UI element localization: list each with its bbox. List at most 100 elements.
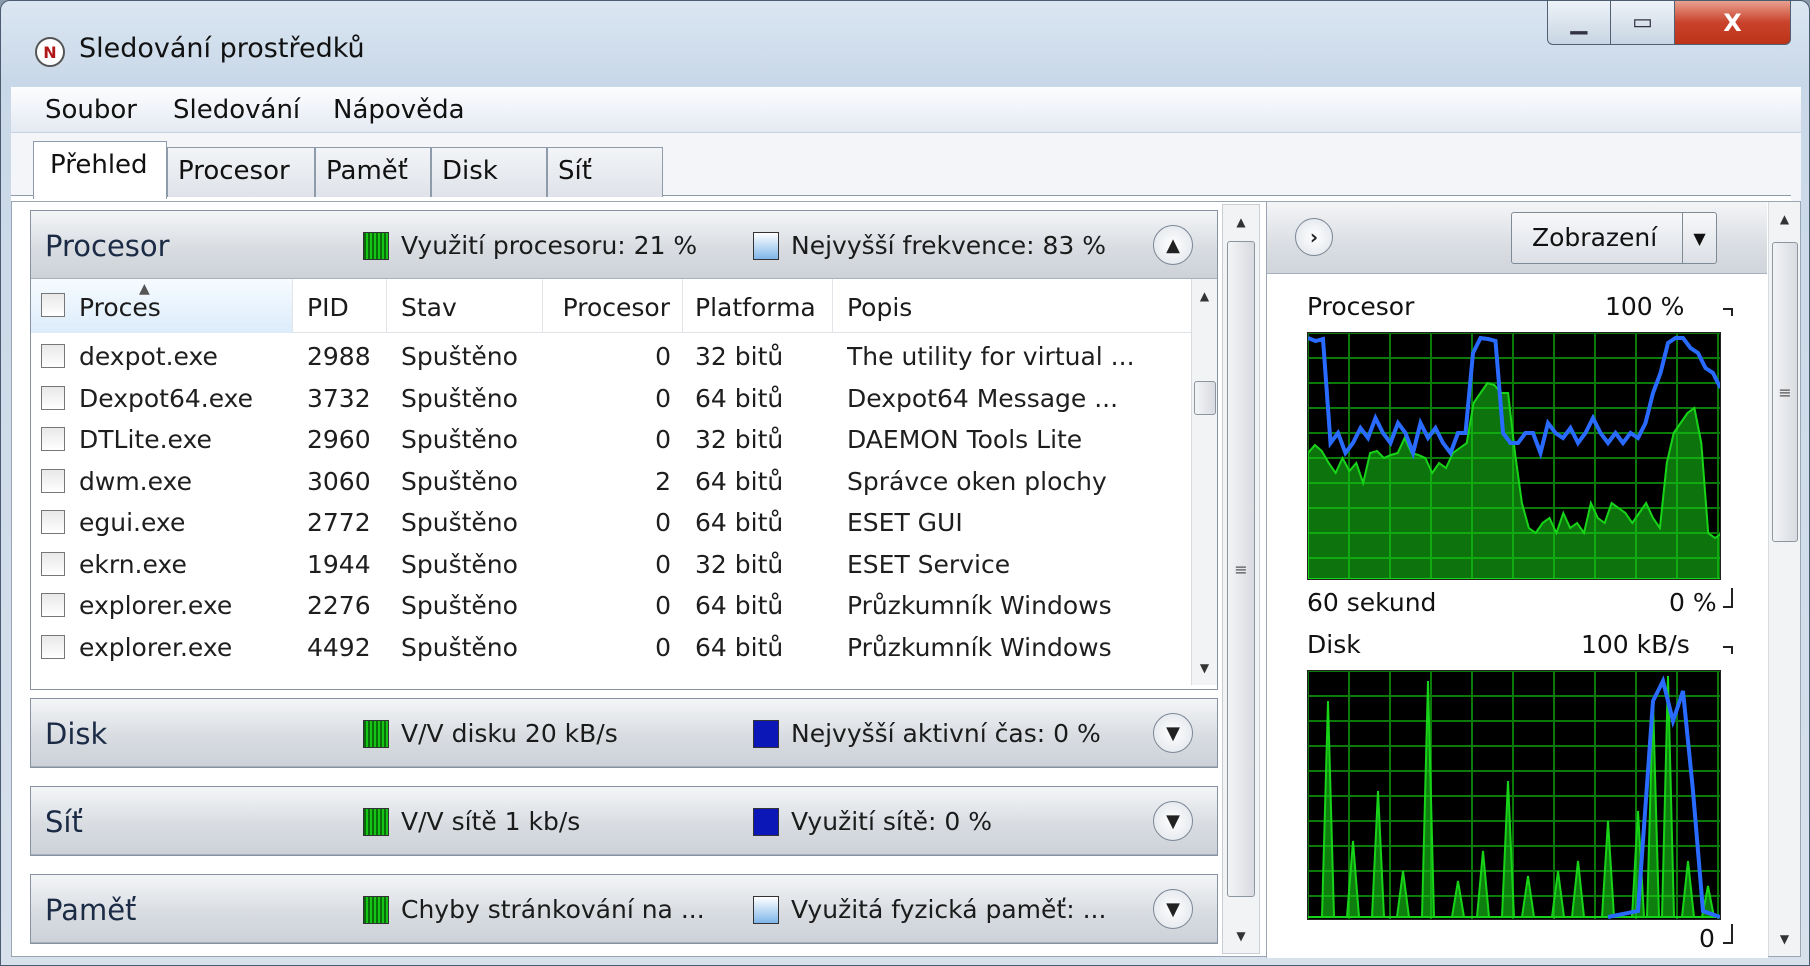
row-checkbox[interactable] [41, 385, 65, 410]
cpu-graph [1307, 332, 1723, 580]
row-checkbox[interactable] [41, 427, 65, 451]
cell-proces: DTLite.exe [79, 425, 212, 454]
section-procesor-header[interactable]: Procesor Využití procesoru: 21 % Nejvyšš… [31, 211, 1217, 279]
cell-stav: Spuštěno [401, 383, 518, 413]
blue-swatch [753, 807, 779, 836]
column-platforma[interactable]: Platforma [683, 279, 833, 333]
scroll-down-icon[interactable]: ▼ [1192, 651, 1217, 685]
view-dropdown[interactable]: Zobrazení ▼ [1511, 212, 1717, 264]
legend-network-usage: Využití sítě: 0 % [753, 807, 992, 836]
legend-disk-active-time: Nejvyšší aktivní čas: 0 % [753, 719, 1101, 748]
row-checkbox[interactable] [41, 634, 65, 659]
table-row[interactable]: dwm.exe 3060 Spuštěno 2 64 bitů Správce oken … [31, 460, 1191, 501]
process-table: ▲ Proces PID Stav Procesor Platforma Pop… [31, 279, 1191, 685]
row-checkbox[interactable] [41, 551, 65, 576]
cell-platforma: 64 bitů [695, 591, 784, 620]
cell-stav: Spuštěno [401, 632, 518, 662]
cell-procesor: 0 [655, 591, 671, 620]
left-pane-scrollbar[interactable]: ▲ ≡ ▼ [1222, 204, 1260, 954]
cell-pid: 2772 [307, 508, 371, 537]
scroll-thumb[interactable]: ≡ [1227, 241, 1255, 897]
legend-cpu-frequency: Nejvyšší frekvence: 83 % [753, 231, 1106, 260]
cell-platforma: 64 bitů [695, 466, 784, 496]
blue-swatch [753, 719, 779, 748]
chevron-up-icon: ▲ [1166, 234, 1180, 256]
column-procesor[interactable]: Procesor [543, 279, 683, 333]
select-all-checkbox[interactable] [41, 293, 65, 317]
cell-pid: 4492 [307, 632, 371, 662]
table-row[interactable]: explorer.exe 2276 Spuštěno 0 64 bitů Průzkumn… [31, 584, 1191, 625]
section-procesor: Procesor Využití procesoru: 21 % Nejvyšš… [30, 210, 1218, 690]
chevron-down-icon: ▼ [1166, 810, 1180, 832]
scroll-down-icon[interactable]: ▼ [1223, 919, 1259, 953]
table-scrollbar[interactable]: ▲ ▼ [1191, 279, 1217, 685]
cell-popis: Dexpot64 Message ... [847, 383, 1119, 413]
section-title: Disk [45, 717, 108, 751]
menu-soubor[interactable]: Soubor [45, 95, 137, 125]
blue-swatch [753, 895, 779, 924]
menu-sledovani[interactable]: Sledování [173, 95, 300, 125]
tab-disk[interactable]: Disk [431, 147, 547, 197]
disk-graph [1307, 670, 1721, 920]
cell-procesor: 0 [655, 383, 671, 413]
legend-cpu-usage: Využití procesoru: 21 % [363, 231, 697, 260]
scroll-up-icon[interactable]: ▲ [1192, 279, 1217, 313]
cell-proces: explorer.exe [79, 632, 233, 662]
table-row[interactable]: explorer.exe 4492 Spuštěno 0 64 bitů Průzkumn… [31, 626, 1191, 667]
table-row[interactable]: Dexpot64.exe 3732 Spuštěno 0 64 bitů Dexpot64… [31, 377, 1191, 418]
expand-button[interactable]: ▼ [1153, 801, 1193, 841]
column-pid[interactable]: PID [293, 279, 387, 333]
cell-pid: 3732 [307, 383, 371, 413]
section-pamet-header[interactable]: Paměť Chyby stránkování na ... Využitá f… [31, 875, 1217, 943]
collapse-button[interactable]: ▲ [1153, 225, 1193, 265]
collapse-pane-button[interactable]: › [1295, 218, 1333, 256]
row-checkbox[interactable] [41, 593, 65, 617]
title-bar[interactable]: N Sledování prostředků ▁ ▭ X [1, 1, 1809, 93]
minimize-button[interactable]: ▁ [1547, 1, 1611, 45]
scroll-thumb[interactable] [1194, 381, 1216, 415]
section-sit-header[interactable]: Síť V/V sítě 1 kb/s Využití sítě: 0 % ▼ [31, 787, 1217, 855]
tab-prehled[interactable]: Přehled [33, 141, 167, 199]
axis-tick [1723, 924, 1733, 944]
maximize-button[interactable]: ▭ [1611, 1, 1675, 45]
tab-sit[interactable]: Síť [547, 147, 663, 197]
cell-platforma: 64 bitů [695, 632, 784, 662]
cell-platforma: 64 bitů [695, 383, 784, 413]
scroll-down-icon[interactable]: ▼ [1769, 922, 1800, 956]
graph-pane-scrollbar[interactable]: ▲ ≡ ▼ [1768, 202, 1800, 956]
scroll-thumb[interactable]: ≡ [1772, 242, 1798, 542]
green-swatch [363, 807, 389, 836]
disk-graph-min: 0 [1699, 924, 1715, 953]
cell-popis: Správce oken plochy [847, 466, 1107, 496]
close-button[interactable]: X [1675, 1, 1791, 45]
table-row[interactable]: ekrn.exe 1944 Spuštěno 0 32 bitů ESET Service [31, 543, 1191, 584]
expand-button[interactable]: ▼ [1153, 713, 1193, 753]
expand-button[interactable]: ▼ [1153, 889, 1193, 929]
cell-platforma: 64 bitů [695, 508, 784, 537]
row-checkbox[interactable] [41, 468, 65, 493]
axis-tick [1723, 308, 1733, 316]
cell-stav: Spuštěno [401, 342, 518, 371]
section-pamet: Paměť Chyby stránkování na ... Využitá f… [30, 874, 1218, 944]
row-checkbox[interactable] [41, 344, 65, 368]
section-disk-header[interactable]: Disk V/V disku 20 kB/s Nejvyšší aktivní … [31, 699, 1217, 767]
menu-napoveda[interactable]: Nápověda [333, 95, 465, 125]
cpu-graph-max: 100 % [1605, 292, 1685, 321]
table-row[interactable]: DTLite.exe 2960 Spuštěno 0 32 bitů DAEMON Too… [31, 418, 1191, 459]
cell-popis: DAEMON Tools Lite [847, 425, 1083, 454]
column-stav[interactable]: Stav [387, 279, 543, 333]
disk-graph-canvas [1307, 670, 1721, 919]
window-title: Sledování prostředků [79, 33, 365, 64]
resource-monitor-window: N Sledování prostředků ▁ ▭ X Soubor Sled… [0, 0, 1810, 966]
scroll-up-icon[interactable]: ▲ [1223, 205, 1259, 239]
table-row[interactable]: dexpot.exe 2988 Spuštěno 0 32 bitů The utilit… [31, 335, 1191, 376]
scroll-up-icon[interactable]: ▲ [1769, 202, 1800, 236]
column-popis[interactable]: Popis [833, 279, 1191, 333]
table-row[interactable]: egui.exe 2772 Spuštěno 0 64 bitů ESET GUI [31, 501, 1191, 542]
cell-procesor: 0 [655, 632, 671, 662]
tab-pamet[interactable]: Paměť [315, 147, 431, 197]
cell-pid: 1944 [307, 549, 371, 579]
column-proces[interactable]: ▲ Proces [31, 279, 293, 333]
tab-procesor[interactable]: Procesor [167, 147, 315, 197]
row-checkbox[interactable] [41, 510, 65, 534]
